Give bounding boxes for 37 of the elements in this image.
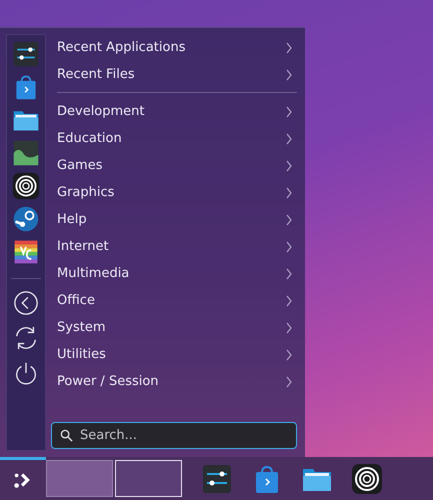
menu-item[interactable]: Development <box>51 98 297 125</box>
chevron-icon <box>285 240 293 252</box>
chevron-icon <box>285 214 293 226</box>
rainbow-tile-icon[interactable] <box>12 238 40 266</box>
chevron-icon <box>285 322 293 334</box>
menu-item[interactable]: Utilities <box>51 341 297 368</box>
sliders-icon[interactable] <box>201 462 233 494</box>
chevron-icon <box>285 160 293 172</box>
landscape-icon[interactable] <box>12 139 40 167</box>
menu-item[interactable]: Office <box>51 287 297 314</box>
menu-item[interactable]: Multimedia <box>51 260 297 287</box>
power-icon[interactable] <box>13 360 39 386</box>
chevron-icon <box>285 68 293 80</box>
sliders-icon[interactable] <box>12 40 40 68</box>
chevron-icon <box>285 348 293 360</box>
chevron-icon <box>285 268 293 280</box>
menu-item[interactable]: Help <box>51 206 297 233</box>
search-field[interactable]: Search... <box>51 422 297 449</box>
chevron-icon <box>285 132 293 144</box>
menu-item[interactable]: System <box>51 314 297 341</box>
menu-item[interactable]: Recent Files <box>51 61 297 88</box>
chevron-icon <box>285 294 293 306</box>
menu-item[interactable]: Education <box>51 125 297 152</box>
menu-item[interactable]: Graphics <box>51 179 297 206</box>
menu-item[interactable]: Power / Session <box>51 368 297 395</box>
menu-item[interactable]: Recent Applications <box>51 34 297 61</box>
chevron-icon <box>285 376 293 388</box>
rings-icon[interactable] <box>351 462 383 494</box>
chevron-icon <box>285 106 293 118</box>
back-icon[interactable] <box>13 290 39 316</box>
rings-icon[interactable] <box>12 172 40 200</box>
chevron-icon <box>285 186 293 198</box>
menu-item[interactable]: Games <box>51 152 297 179</box>
steam-icon[interactable] <box>12 205 40 233</box>
menu-item[interactable]: Internet <box>51 233 297 260</box>
refresh-icon[interactable] <box>13 325 39 351</box>
chevron-icon <box>285 42 293 54</box>
